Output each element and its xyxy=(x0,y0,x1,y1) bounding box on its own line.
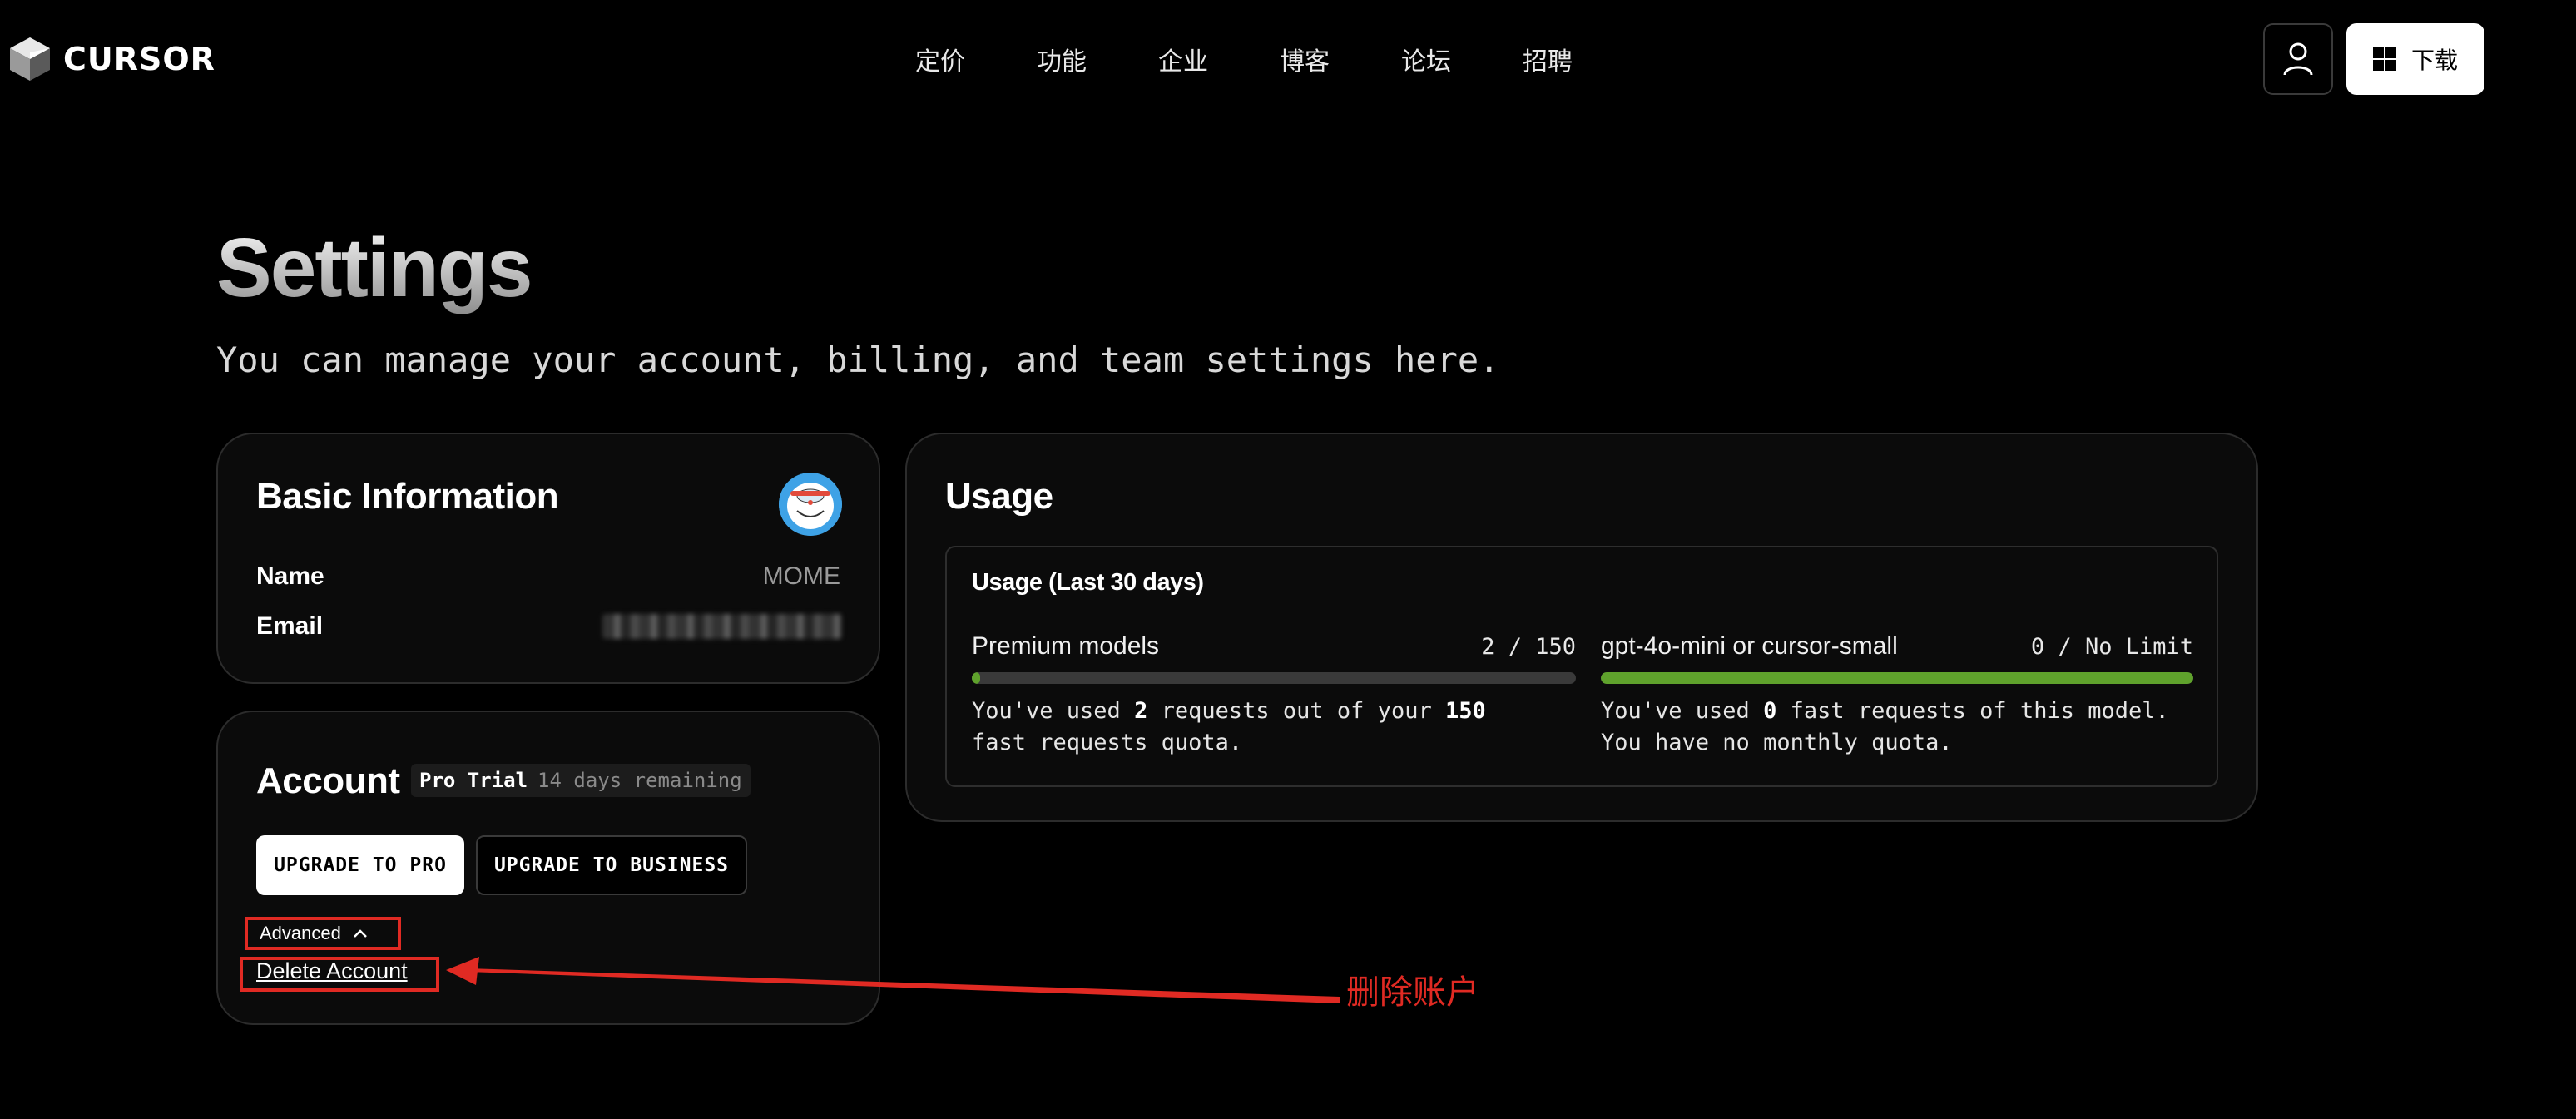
nav-features[interactable]: 功能 xyxy=(1037,41,1087,77)
premium-models-description: You've used 2 requests out of your 150 f… xyxy=(972,696,1486,759)
nav-careers[interactable]: 招聘 xyxy=(1523,41,1573,77)
desc-text: You've used xyxy=(972,698,1135,724)
account-title: Account xyxy=(256,760,400,801)
user-button[interactable] xyxy=(2263,23,2333,95)
chevron-up-icon xyxy=(353,929,367,938)
page-title: Settings xyxy=(216,218,533,318)
upgrade-to-pro-button[interactable]: UPGRADE TO PRO xyxy=(256,835,464,895)
usage-period-heading: Usage (Last 30 days) xyxy=(972,569,1204,596)
name-value: MOME xyxy=(762,562,840,590)
desc-used-count: 0 xyxy=(1763,698,1777,724)
annotation-delete-account-label: 删除账户 xyxy=(1346,973,1479,1012)
desc-used-count: 2 xyxy=(1134,698,1148,724)
desc-text: You have no monthly quota. xyxy=(1601,730,1953,755)
desc-text: fast requests of this model. xyxy=(1776,698,2169,724)
advanced-label: Advanced xyxy=(260,923,341,943)
download-label: 下载 xyxy=(2410,47,2458,74)
nav-pricing[interactable]: 定价 xyxy=(915,41,965,77)
account-card: Account Pro Trial 14 days remaining UPGR… xyxy=(216,711,880,1025)
desc-text: fast requests quota. xyxy=(972,730,1243,755)
delete-account-link[interactable]: Delete Account xyxy=(256,958,408,984)
logo-text: CURSOR xyxy=(63,41,215,77)
usage-title: Usage xyxy=(945,476,1053,517)
windows-icon xyxy=(2372,47,2396,71)
small-models-name: gpt-4o-mini or cursor-small xyxy=(1601,632,1898,660)
premium-models-name: Premium models xyxy=(972,632,1160,660)
page-subtitle: You can manage your account, billing, an… xyxy=(216,339,1500,380)
nav-forum[interactable]: 论坛 xyxy=(1401,41,1451,77)
advanced-toggle[interactable]: Advanced xyxy=(245,917,401,950)
download-button[interactable]: 下载 xyxy=(2346,23,2484,95)
premium-models-progress-fill xyxy=(972,672,980,684)
basic-information-title: Basic Information xyxy=(256,476,559,517)
email-label: Email xyxy=(256,612,324,640)
main-nav: 定价 功能 企业 博客 论坛 招聘 xyxy=(915,38,1573,80)
plan-badge: Pro Trial 14 days remaining xyxy=(411,764,751,797)
user-icon xyxy=(2283,42,2313,76)
usage-card: Usage Usage (Last 30 days) Premium model… xyxy=(905,433,2258,822)
small-models-progress xyxy=(1601,672,2193,684)
desc-quota-count: 150 xyxy=(1444,698,1486,724)
desc-text: You've used xyxy=(1601,698,1764,724)
email-value-redacted xyxy=(602,614,842,639)
nav-blog[interactable]: 博客 xyxy=(1280,41,1330,77)
premium-models-progress xyxy=(972,672,1576,684)
small-models-count: 0 / No Limit xyxy=(2030,634,2193,660)
plan-tier: Pro Trial xyxy=(419,769,528,792)
small-models-description: You've used 0 fast requests of this mode… xyxy=(1601,696,2169,759)
premium-models-count: 2 / 150 xyxy=(1481,634,1576,660)
name-label: Name xyxy=(256,562,324,590)
avatar[interactable] xyxy=(779,473,842,536)
cursor-logo[interactable]: CURSOR xyxy=(8,33,215,85)
desc-text: requests out of your xyxy=(1147,698,1445,724)
small-models-progress-fill xyxy=(1601,672,2193,684)
usage-panel: Usage (Last 30 days) Premium models 2 / … xyxy=(945,546,2218,787)
nav-enterprise[interactable]: 企业 xyxy=(1158,41,1208,77)
avatar-image-icon xyxy=(779,473,842,536)
trial-remaining: 14 days remaining xyxy=(537,769,742,792)
upgrade-to-business-button[interactable]: UPGRADE TO BUSINESS xyxy=(476,835,747,895)
basic-information-card: Basic Information Name MOME Email xyxy=(216,433,880,684)
cursor-cube-icon xyxy=(10,37,50,81)
